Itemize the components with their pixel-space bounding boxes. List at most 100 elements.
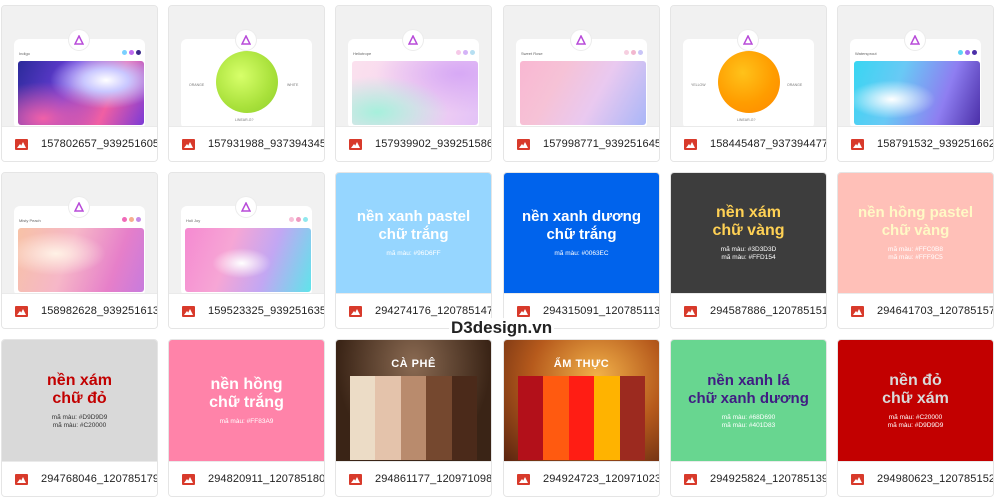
palette-swatches (350, 376, 478, 460)
file-card[interactable]: nền hồng pastel chữ vàng mã màu: #FFC0B8… (837, 172, 994, 329)
card-line-2: chữ trắng (209, 393, 284, 411)
card-line-2: chữ trắng (378, 226, 449, 243)
file-name: 294641703_120785157... (877, 305, 993, 317)
file-name: 157931988_937394345... (208, 138, 324, 150)
logo-icon (69, 197, 89, 217)
file-footer: 294980623_120785152... (838, 461, 993, 496)
card-line-1: nền xanh pastel (356, 208, 471, 225)
color-dots (122, 50, 141, 55)
file-name: 158791532_939251662... (877, 138, 993, 150)
color-dots (289, 217, 308, 222)
image-file-icon (517, 305, 530, 317)
file-footer: 159523325_939251635... (169, 293, 324, 328)
left-label: ORANGE (189, 83, 205, 87)
file-footer: 157931988_937394345... (169, 126, 324, 161)
thumbnail-green-sphere: ORANGE WHITE LINEAR-G? (169, 6, 324, 126)
thumbnail-text-card: nền xanh lá chữ xanh dương mã màu: #68D6… (671, 340, 826, 461)
file-name: 294980623_120785152... (877, 473, 993, 485)
logo-icon (905, 30, 925, 50)
file-footer: 158982628_939251613... (2, 293, 157, 328)
image-file-icon (349, 305, 362, 317)
file-footer: 294924723_120971023... (504, 461, 659, 496)
file-card[interactable]: ORANGE WHITE LINEAR-G? 157931988_9373943… (168, 5, 325, 162)
left-label: YELLOW (691, 83, 706, 87)
logo-icon (236, 30, 256, 50)
thumbnail-gradient-sweet-rose: Sweet Rose (504, 6, 659, 126)
file-card[interactable]: nền hồng chữ trắng mã màu: #FF83A9 29482… (168, 339, 325, 497)
color-dots (122, 217, 141, 222)
file-footer: 294768046_120785179... (2, 461, 157, 496)
file-footer: 294820911_120785180... (169, 461, 324, 496)
file-card[interactable]: Heliotrope 157939902_939251586... (335, 5, 492, 162)
file-footer: 294925824_120785139... (671, 461, 826, 496)
thumbnail-text-card: nền xám chữ vàng mã màu: #3D3D3D mã màu: … (671, 173, 826, 293)
file-name: 159523325_939251635... (208, 305, 324, 317)
file-card[interactable]: Watersprout 158791532_939251662... (837, 5, 994, 162)
file-name: 157802657_939251605... (41, 138, 157, 150)
image-file-icon (349, 473, 362, 485)
card-line-2: chữ vàng (712, 222, 785, 239)
file-footer: 294587886_120785151... (671, 293, 826, 328)
image-file-icon (684, 473, 697, 485)
logo-icon (236, 197, 256, 217)
card-line-2: chữ trắng (546, 226, 617, 243)
file-card[interactable]: YELLOW ORANGE LINEAR-G? 158445487_937394… (670, 5, 827, 162)
palette-name: Sweet Rose (521, 51, 543, 56)
color-codes: mã màu: #0063EC (554, 250, 609, 257)
file-name: 294587886_120785151... (710, 305, 826, 317)
image-file-icon (517, 138, 530, 150)
file-card[interactable]: Indigo 157802657_939251605... (1, 5, 158, 162)
thumbnail-gradient-watersprout: Watersprout (838, 6, 993, 126)
file-card[interactable]: nền xanh pastel chữ trắng mã màu: #96D6F… (335, 172, 492, 329)
color-codes: mã màu: #96D6FF (386, 250, 441, 257)
file-name: 294861177_120971098... (375, 473, 491, 485)
palette-swatches (518, 376, 646, 460)
file-card[interactable]: nền xám chữ vàng mã màu: #3D3D3D mã màu: … (670, 172, 827, 329)
file-name: 158982628_939251613... (41, 305, 157, 317)
card-line-2: chữ vàng (881, 222, 950, 239)
file-card[interactable]: Sweet Rose 157998771_939251645... (503, 5, 660, 162)
right-label: WHITE (287, 83, 299, 87)
thumbnail-gradient-holi-joy: Holi Joy (169, 173, 324, 293)
file-footer: 157998771_939251645... (504, 126, 659, 161)
image-file-icon (851, 138, 864, 150)
palette-title: ẨM THỰC (553, 358, 610, 370)
palette-name: Holi Joy (186, 218, 201, 223)
thumbnail-text-card: nền xanh pastel chữ trắng mã màu: #96D6F… (336, 173, 491, 293)
color-codes: mã màu: #C20000 mã màu: #D9D9D9 (887, 413, 944, 429)
file-card[interactable]: nền xanh lá chữ xanh dương mã màu: #68D6… (670, 339, 827, 497)
file-card[interactable]: Misty Peach 158982628_939251613... (1, 172, 158, 329)
file-name: 157998771_939251645... (543, 138, 659, 150)
card-line-1: nền hồng pastel (857, 204, 973, 221)
file-card[interactable]: nền đỏ chữ xám mã màu: #C20000 mã màu: #D… (837, 339, 994, 497)
file-card[interactable]: nền xanh dương chữ trắng mã màu: #0063EC… (503, 172, 660, 329)
card-line-2: chữ xám (882, 389, 949, 407)
thumbnail-text-card: nền hồng pastel chữ vàng mã màu: #FFC0B8… (838, 173, 993, 293)
file-name: 294820911_120785180... (208, 473, 324, 485)
file-footer: 157802657_939251605... (2, 126, 157, 161)
image-file-icon (15, 473, 28, 485)
thumbnail-orange-sphere: YELLOW ORANGE LINEAR-G? (671, 6, 826, 126)
color-codes: mã màu: #3D3D3D mã màu: #FFD154 (720, 246, 777, 261)
color-codes: mã màu: #FFC0B8 mã màu: #FFF9C5 (888, 246, 943, 261)
card-line-1: nền đỏ (889, 371, 942, 389)
card-line-1: nền xanh lá (707, 371, 790, 389)
file-name: 157939902_939251586... (375, 138, 491, 150)
image-file-icon (684, 305, 697, 317)
file-footer: 157939902_939251586... (336, 126, 491, 161)
thumbnail-text-card: nền xám chữ đỏ mã màu: #D9D9D9 mã màu: #C… (2, 340, 157, 461)
file-name: 158445487_937394477... (710, 138, 826, 150)
file-card[interactable]: nền xám chữ đỏ mã màu: #D9D9D9 mã màu: #C… (1, 339, 158, 497)
logo-icon (69, 30, 89, 50)
file-card[interactable]: CÀ PHÊ 294861177_120971098... (335, 339, 492, 497)
image-file-icon (182, 473, 195, 485)
bottom-label: LINEAR-G? (737, 118, 756, 122)
file-card[interactable]: ẨM THỰC 294924723_120971023... (503, 339, 660, 497)
file-footer: 158445487_937394477... (671, 126, 826, 161)
color-codes: mã màu: #68D690 mã màu: #401D83 (721, 413, 776, 429)
file-card[interactable]: Holi Joy 159523325_939251635... (168, 172, 325, 329)
image-file-icon (182, 138, 195, 150)
color-codes: mã màu: #D9D9D9 mã màu: #C20000 (51, 413, 108, 429)
logo-icon (738, 30, 758, 50)
thumbnail-gradient-misty-peach: Misty Peach (2, 173, 157, 293)
